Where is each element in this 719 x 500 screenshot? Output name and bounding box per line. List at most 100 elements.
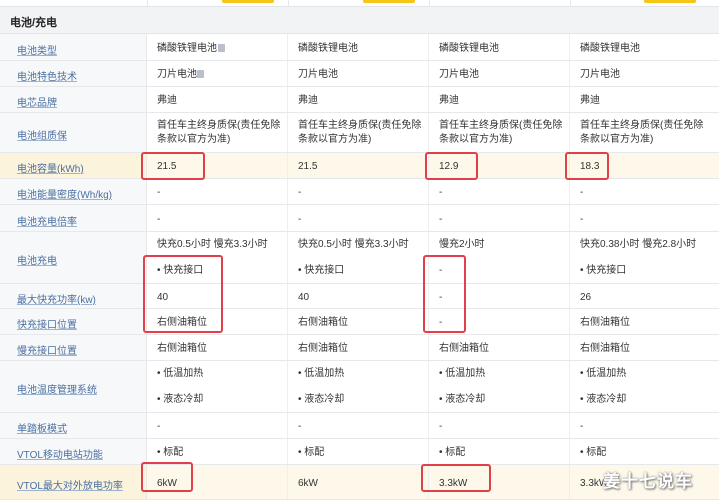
- cell-value: 磷酸铁锂电池: [439, 43, 499, 54]
- row-label[interactable]: 最大快充功率(kw): [0, 284, 147, 308]
- section-title: 电池/充电: [10, 17, 58, 29]
- cell-value: 首任车主终身质保(责任免除: [298, 120, 422, 131]
- spec-row: 电池温度管理系统 • 低温加热 • 液态冷却 • 低温加热 • 液态冷却 • 低温加热 • …: [0, 361, 719, 413]
- spec-cell: • 标配: [429, 439, 570, 464]
- spec-cell: 右侧油箱位: [570, 335, 719, 360]
- row-label[interactable]: 电池类型: [0, 34, 147, 60]
- cell-value: 条款以官方为准): [298, 134, 372, 145]
- cell-value: 刀片电池: [580, 69, 620, 80]
- cell-value: 磷酸铁锂电池: [157, 43, 217, 54]
- spec-row: 快充接口位置 右侧油箱位 右侧油箱位 - 右侧油箱位: [0, 309, 719, 335]
- spec-row: 电池充电 快充0.5小时 慢充3.3小时 • 快充接口 快充0.5小时 慢充3.3小时…: [0, 232, 719, 284]
- spec-cell: -: [147, 179, 288, 204]
- row-label-text[interactable]: 电池类型: [17, 42, 57, 57]
- spec-cell: 磷酸铁锂电池: [147, 34, 288, 60]
- cell-value: • 标配: [580, 447, 607, 458]
- cell-value: 首任车主终身质保(责任免除: [580, 120, 704, 131]
- cell-value: 右侧油箱位: [439, 343, 489, 354]
- spec-cell: 40: [288, 284, 429, 308]
- spec-cell: 首任车主终身质保(责任免除 条款以官方为准): [429, 113, 570, 152]
- row-label[interactable]: 电池特色技术: [0, 61, 147, 86]
- spec-row: 单踏板模式 - - - -: [0, 413, 719, 439]
- row-label-text[interactable]: 电芯品牌: [17, 94, 57, 109]
- spec-cell: 右侧油箱位: [288, 309, 429, 334]
- row-label[interactable]: 电池容量(kWh): [0, 153, 147, 178]
- spec-cell: -: [288, 205, 429, 231]
- row-label[interactable]: 电芯品牌: [0, 87, 147, 112]
- row-label[interactable]: 电池能量密度(Wh/kg): [0, 179, 147, 204]
- cell-value: -: [439, 421, 443, 432]
- spec-cell: 弗迪: [147, 87, 288, 112]
- cell-value: • 低温加热: [298, 368, 345, 379]
- cell-value: 21.5: [298, 161, 318, 172]
- spec-cell: 右侧油箱位: [147, 335, 288, 360]
- spec-cell: 26: [570, 284, 719, 308]
- spec-cell: 刀片电池: [429, 61, 570, 86]
- spec-cell: • 低温加热 • 液态冷却: [429, 361, 570, 412]
- cell-value: -: [580, 187, 584, 198]
- cell-value: 右侧油箱位: [298, 317, 348, 328]
- cell-value: 26: [580, 292, 592, 303]
- spec-cell: 磷酸铁锂电池: [429, 34, 570, 60]
- row-label[interactable]: 电池组质保: [0, 113, 147, 152]
- row-label-text[interactable]: 电池充电倍率: [17, 213, 77, 228]
- cell-value: 6kW: [298, 478, 318, 489]
- highlight-box-capacity-3: [425, 152, 478, 180]
- spec-cell: -: [429, 413, 570, 438]
- cell-value: 刀片电池: [439, 69, 479, 80]
- row-label[interactable]: 快充接口位置: [0, 309, 147, 334]
- row-label[interactable]: VTOL最大对外放电功率: [0, 465, 147, 499]
- spec-cell: 刀片电池: [570, 61, 719, 86]
- cell-value: -: [157, 187, 161, 198]
- row-label-text[interactable]: 电池特色技术: [17, 68, 77, 83]
- spec-cell: 磷酸铁锂电池: [288, 34, 429, 60]
- row-label-text[interactable]: 最大快充功率(kw): [17, 291, 96, 306]
- cell-value: 右侧油箱位: [157, 343, 207, 354]
- cell-value: 条款以官方为准): [439, 134, 513, 145]
- watermark: 姜十七说车: [603, 472, 693, 491]
- row-label[interactable]: 慢充接口位置: [0, 335, 147, 360]
- spec-row: 电池特色技术 刀片电池 刀片电池 刀片电池 刀片电池: [0, 61, 719, 87]
- row-label-text[interactable]: 电池组质保: [17, 127, 67, 142]
- spec-cell: 刀片电池: [147, 61, 288, 86]
- row-label-text[interactable]: 电池能量密度(Wh/kg): [17, 186, 112, 201]
- row-label-text[interactable]: VTOL最大对外放电功率: [17, 477, 123, 492]
- cell-value: 条款以官方为准): [157, 134, 231, 145]
- row-label-text[interactable]: 电池容量(kWh): [17, 160, 84, 175]
- cell-value: 首任车主终身质保(责任免除: [157, 120, 281, 131]
- cell-value: • 标配: [157, 447, 184, 458]
- row-label[interactable]: 电池充电: [0, 232, 147, 283]
- column-tab-1[interactable]: [222, 0, 274, 3]
- cell-value: -: [580, 214, 584, 225]
- row-label[interactable]: 电池温度管理系统: [0, 361, 147, 412]
- cell-value: 刀片电池: [157, 69, 197, 80]
- column-tab-4[interactable]: [644, 0, 696, 3]
- cell-value: • 液态冷却: [580, 394, 627, 405]
- spec-cell: • 标配: [147, 439, 288, 464]
- row-label-text[interactable]: 快充接口位置: [17, 316, 77, 331]
- cell-value: 弗迪: [298, 95, 318, 106]
- row-label-text[interactable]: 电池充电: [17, 252, 57, 267]
- row-label[interactable]: VTOL移动电站功能: [0, 439, 147, 464]
- spec-cell: 弗迪: [288, 87, 429, 112]
- row-label[interactable]: 电池充电倍率: [0, 205, 147, 231]
- row-label-text[interactable]: 单踏板模式: [17, 420, 67, 435]
- cell-value: -: [439, 214, 443, 225]
- row-label-text[interactable]: VTOL移动电站功能: [17, 446, 103, 461]
- spec-cell: -: [429, 179, 570, 204]
- spec-cell: • 低温加热 • 液态冷却: [570, 361, 719, 412]
- section-header: 电池/充电: [0, 6, 719, 34]
- column-tab-2[interactable]: [363, 0, 415, 3]
- info-icon[interactable]: [218, 44, 225, 52]
- row-label-text[interactable]: 电池温度管理系统: [17, 381, 97, 396]
- row-label-text[interactable]: 慢充接口位置: [17, 342, 77, 357]
- spec-row: 电芯品牌 弗迪 弗迪 弗迪 弗迪: [0, 87, 719, 113]
- info-icon[interactable]: [197, 70, 204, 78]
- cell-value: • 标配: [439, 447, 466, 458]
- row-label[interactable]: 单踏板模式: [0, 413, 147, 438]
- cell-value: 刀片电池: [298, 69, 338, 80]
- spec-cell: -: [429, 205, 570, 231]
- spec-cell: 快充0.5小时 慢充3.3小时 • 快充接口: [288, 232, 429, 283]
- spec-cell: 右侧油箱位: [570, 309, 719, 334]
- cell-value: 慢充2小时: [439, 239, 485, 250]
